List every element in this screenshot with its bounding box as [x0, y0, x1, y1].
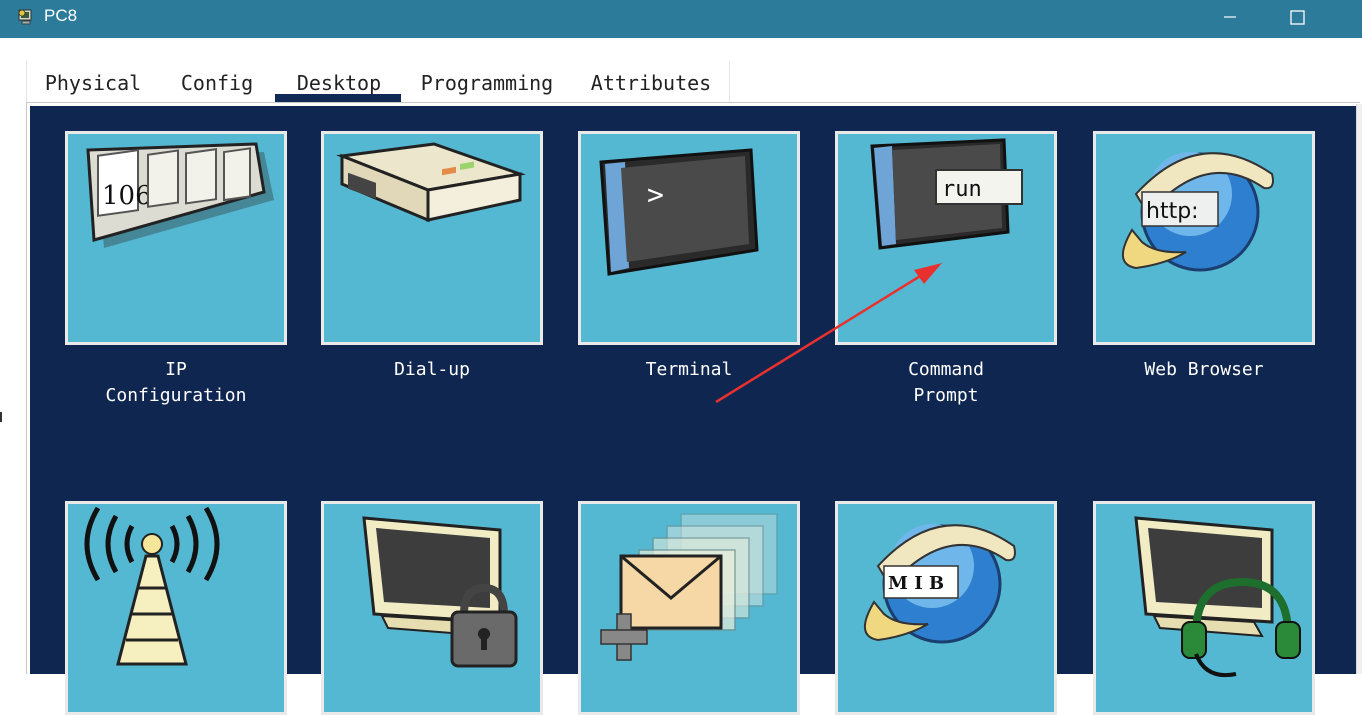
app-tile-mib-browser[interactable]: M I B [835, 501, 1057, 715]
command-prompt-icon: run [870, 138, 1023, 250]
label-line1: Dial-up [394, 359, 470, 380]
app-label-ip-configuration[interactable]: IP Configuration [65, 357, 287, 409]
ip-configuration-icon: 106 [86, 142, 274, 248]
packet-tracer-pc-icon [18, 9, 32, 25]
vertical-scrollbar[interactable] [1356, 104, 1362, 674]
app-tile-wireless[interactable] [65, 501, 287, 715]
tab-physical[interactable]: Physical [37, 69, 149, 103]
monitor-lock-icon [362, 516, 518, 668]
maximize-icon [1290, 10, 1305, 25]
mib-browser-icon: M I B [864, 524, 1016, 644]
label-line2: Configuration [105, 385, 247, 406]
app-tile-vpn[interactable] [321, 501, 543, 715]
wireless-tower-icon [84, 506, 220, 666]
email-icon [600, 513, 778, 661]
terminal-prompt-glyph: > [647, 178, 664, 211]
app-tile-terminal[interactable]: > [578, 131, 800, 345]
app-tile-command-prompt[interactable]: run [835, 131, 1057, 345]
label-line1: Command [908, 359, 984, 380]
app-tile-email[interactable] [578, 501, 800, 715]
active-tab-indicator [275, 94, 401, 102]
run-text: run [942, 177, 982, 202]
app-label-terminal[interactable]: Terminal [578, 357, 800, 383]
ip-icon-number: 106 [102, 181, 152, 211]
app-label-command-prompt[interactable]: Command Prompt [835, 357, 1057, 409]
minimize-icon [1224, 16, 1236, 18]
app-tile-web-browser[interactable]: http: [1093, 131, 1315, 345]
app-label-dialup[interactable]: Dial-up [321, 357, 543, 383]
tab-programming[interactable]: Programming [413, 69, 561, 103]
label-line1: IP [165, 359, 187, 380]
maximize-button[interactable] [1278, 4, 1318, 32]
app-tile-dialup[interactable] [321, 131, 543, 345]
tab-config[interactable]: Config [167, 69, 267, 103]
tab-attributes[interactable]: Attributes [582, 69, 720, 103]
window-titlebar: PC8 [0, 0, 1362, 38]
dialup-modem-icon [336, 142, 526, 223]
label-line2: Prompt [913, 385, 979, 406]
terminal-icon: > [599, 148, 759, 276]
edge-mark [0, 412, 2, 422]
monitor-headset-icon [1134, 516, 1301, 677]
label-line1: Web Browser [1144, 359, 1264, 380]
http-text: http: [1146, 199, 1199, 224]
label-line1: Terminal [645, 359, 733, 380]
app-label-web-browser[interactable]: Web Browser [1093, 357, 1315, 383]
desktop-panel: 106 IP Configuration Dial-up > Terminal … [30, 106, 1356, 715]
app-tile-pc-wireless-voip[interactable] [1093, 501, 1315, 715]
app-tile-ip-configuration[interactable]: 106 [65, 131, 287, 345]
web-browser-icon: http: [1122, 152, 1274, 272]
window-title: PC8 [44, 6, 78, 25]
mib-text: M I B [888, 573, 944, 594]
minimize-button[interactable] [1210, 4, 1250, 32]
